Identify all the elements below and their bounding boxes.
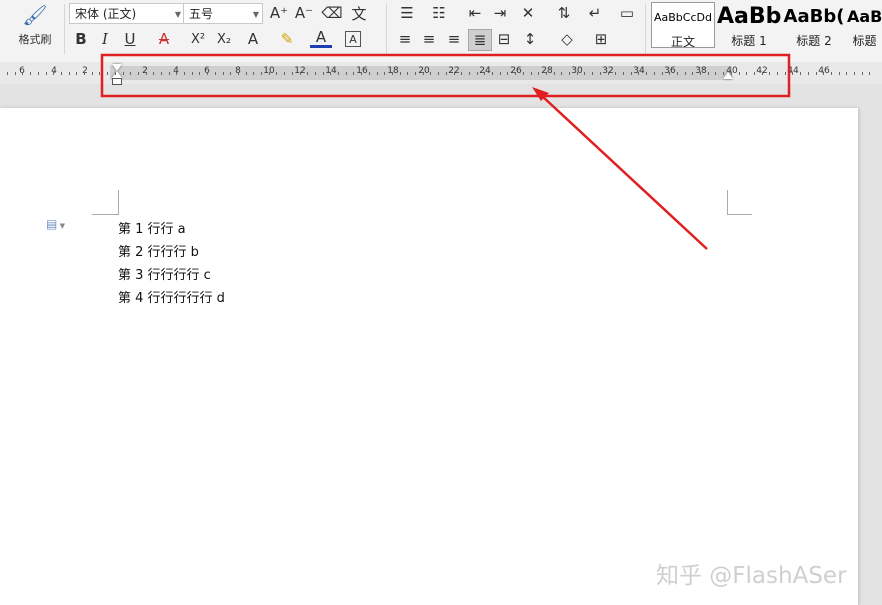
annotation-overlay [100,53,791,250]
annotation-highlight-box [100,53,791,98]
annotation-arrow-line [541,95,708,250]
watermark: 知乎 @FlashASer [656,563,847,589]
